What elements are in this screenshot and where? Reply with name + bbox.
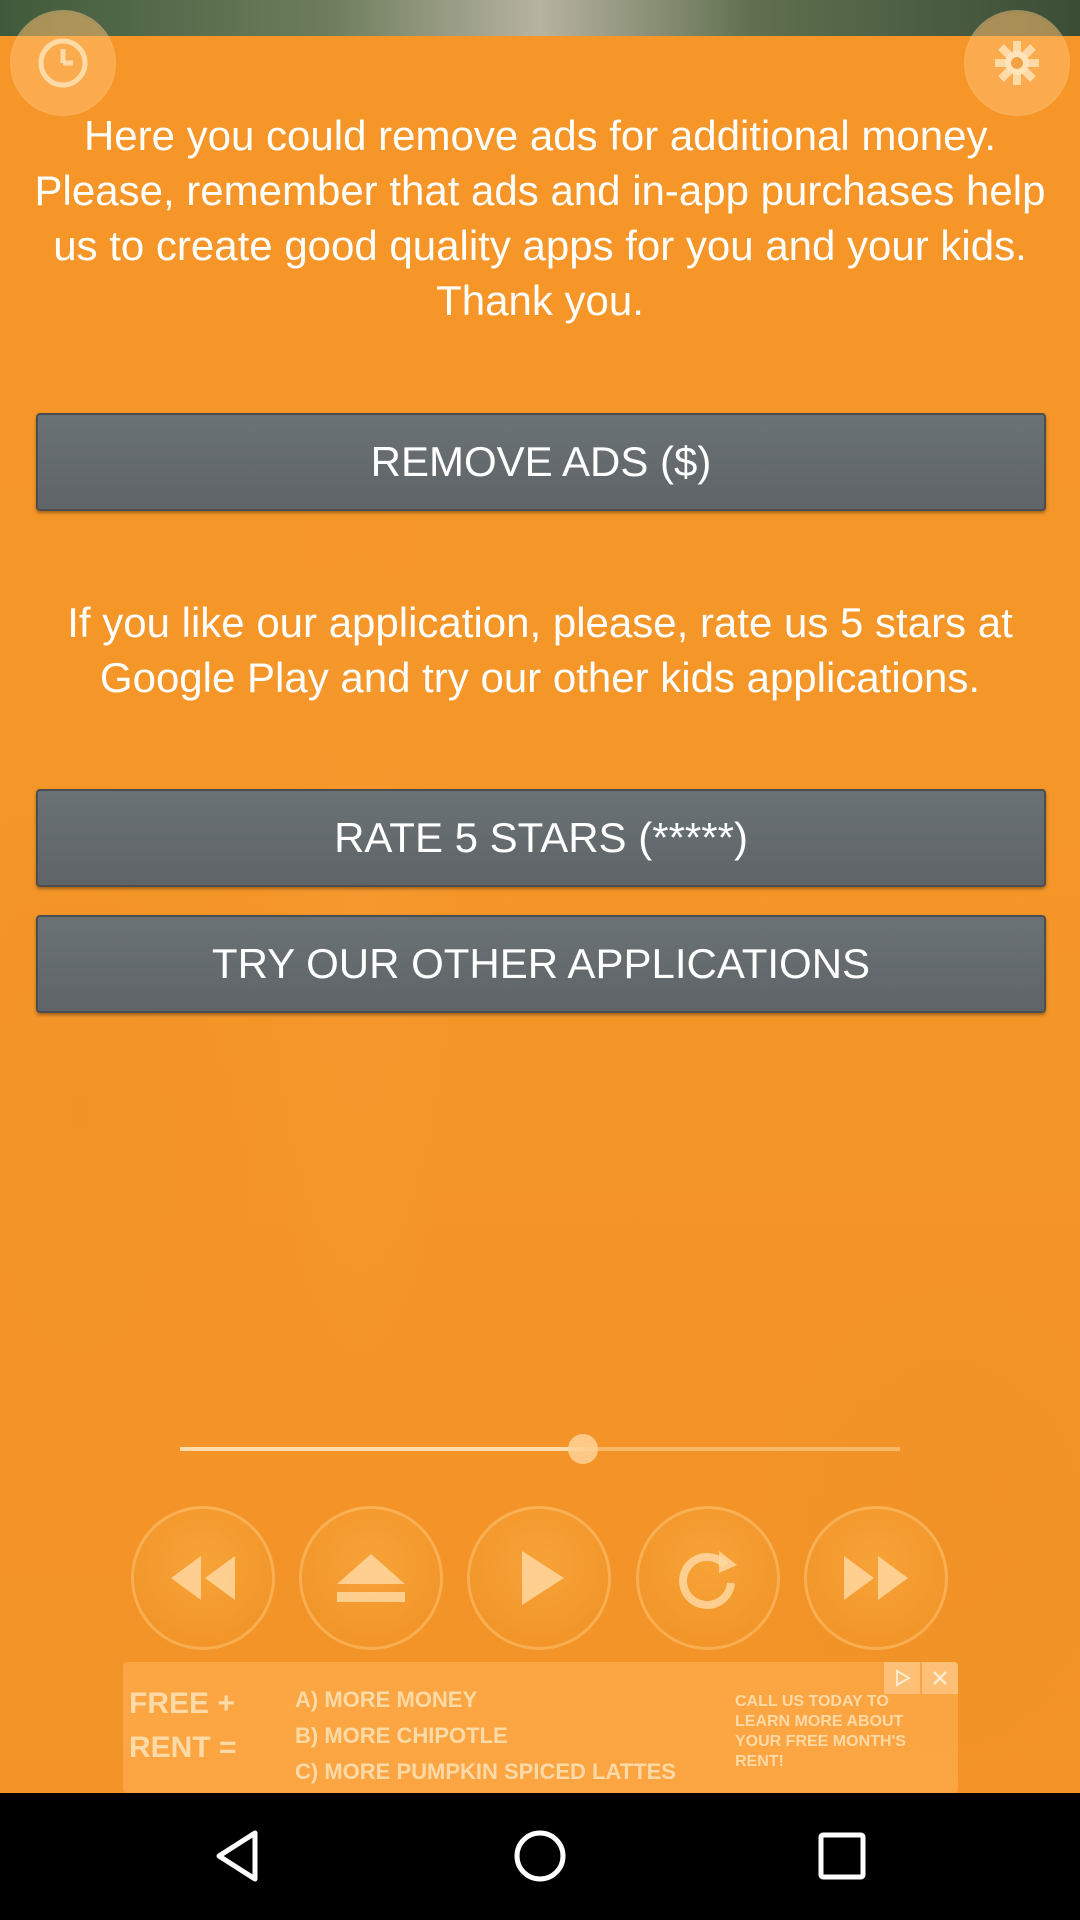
ad-left-text: FREE + RENT =	[129, 1682, 237, 1770]
settings-button[interactable]	[966, 12, 1068, 114]
home-button[interactable]	[507, 1823, 573, 1889]
ad-icons	[882, 1662, 958, 1694]
fast-forward-button[interactable]	[804, 1506, 948, 1650]
back-button[interactable]	[205, 1823, 271, 1889]
ad-rent-line: RENT =	[129, 1731, 237, 1764]
remove-ads-description: Here you could remove ads for additional…	[34, 112, 1046, 324]
ad-option-c: C) MORE PUMPKIN SPICED LATTES	[295, 1759, 676, 1784]
ad-free-line: FREE +	[129, 1687, 235, 1720]
recent-apps-button[interactable]	[809, 1823, 875, 1889]
timer-icon	[38, 38, 88, 88]
back-icon	[216, 1830, 258, 1882]
eject-icon	[337, 1554, 405, 1602]
ad-cta: CALL US TODAY TO LEARN MORE ABOUT YOUR F…	[735, 1693, 906, 1770]
progress-fill	[180, 1447, 584, 1451]
rewind-button[interactable]	[131, 1506, 275, 1650]
rate-5-stars-button[interactable]: RATE 5 STARS (*****)	[36, 789, 1046, 887]
rewind-icon	[171, 1556, 235, 1600]
repeat-icon	[679, 1551, 737, 1609]
progress-knob[interactable]	[568, 1434, 599, 1464]
play-icon	[522, 1551, 564, 1605]
ad-close-button[interactable]	[922, 1662, 958, 1694]
ad-option-b: B) MORE CHIPOTLE	[295, 1723, 508, 1748]
ad-banner[interactable]: FREE + RENT = A) MORE MONEY B) MORE CHIP…	[123, 1662, 958, 1793]
timer-button[interactable]	[12, 12, 114, 114]
background-photo-strip	[0, 0, 1080, 36]
ad-choices-button[interactable]	[884, 1662, 920, 1694]
fast-forward-icon	[844, 1556, 908, 1600]
rate-description: If you like our application, please, rat…	[67, 599, 1013, 701]
system-navigation-bar	[0, 1793, 1080, 1920]
playback-progress-bar[interactable]	[180, 1434, 900, 1464]
home-icon	[514, 1830, 566, 1882]
settings-gear-icon	[995, 41, 1039, 85]
eject-button[interactable]	[299, 1506, 443, 1650]
app-screen: Here you could remove ads for additional…	[0, 0, 1080, 1793]
other-applications-button[interactable]: TRY OUR OTHER APPLICATIONS	[36, 915, 1046, 1013]
repeat-button[interactable]	[636, 1506, 780, 1650]
ad-choices-icon	[896, 1669, 911, 1687]
ad-option-a: A) MORE MONEY	[295, 1687, 478, 1712]
play-button[interactable]	[467, 1506, 611, 1650]
recent-apps-icon	[818, 1832, 866, 1880]
close-icon	[933, 1671, 947, 1685]
remove-ads-button[interactable]: REMOVE ADS ($)	[36, 413, 1046, 511]
ad-options: A) MORE MONEY B) MORE CHIPOTLE C) MORE P…	[295, 1682, 676, 1790]
